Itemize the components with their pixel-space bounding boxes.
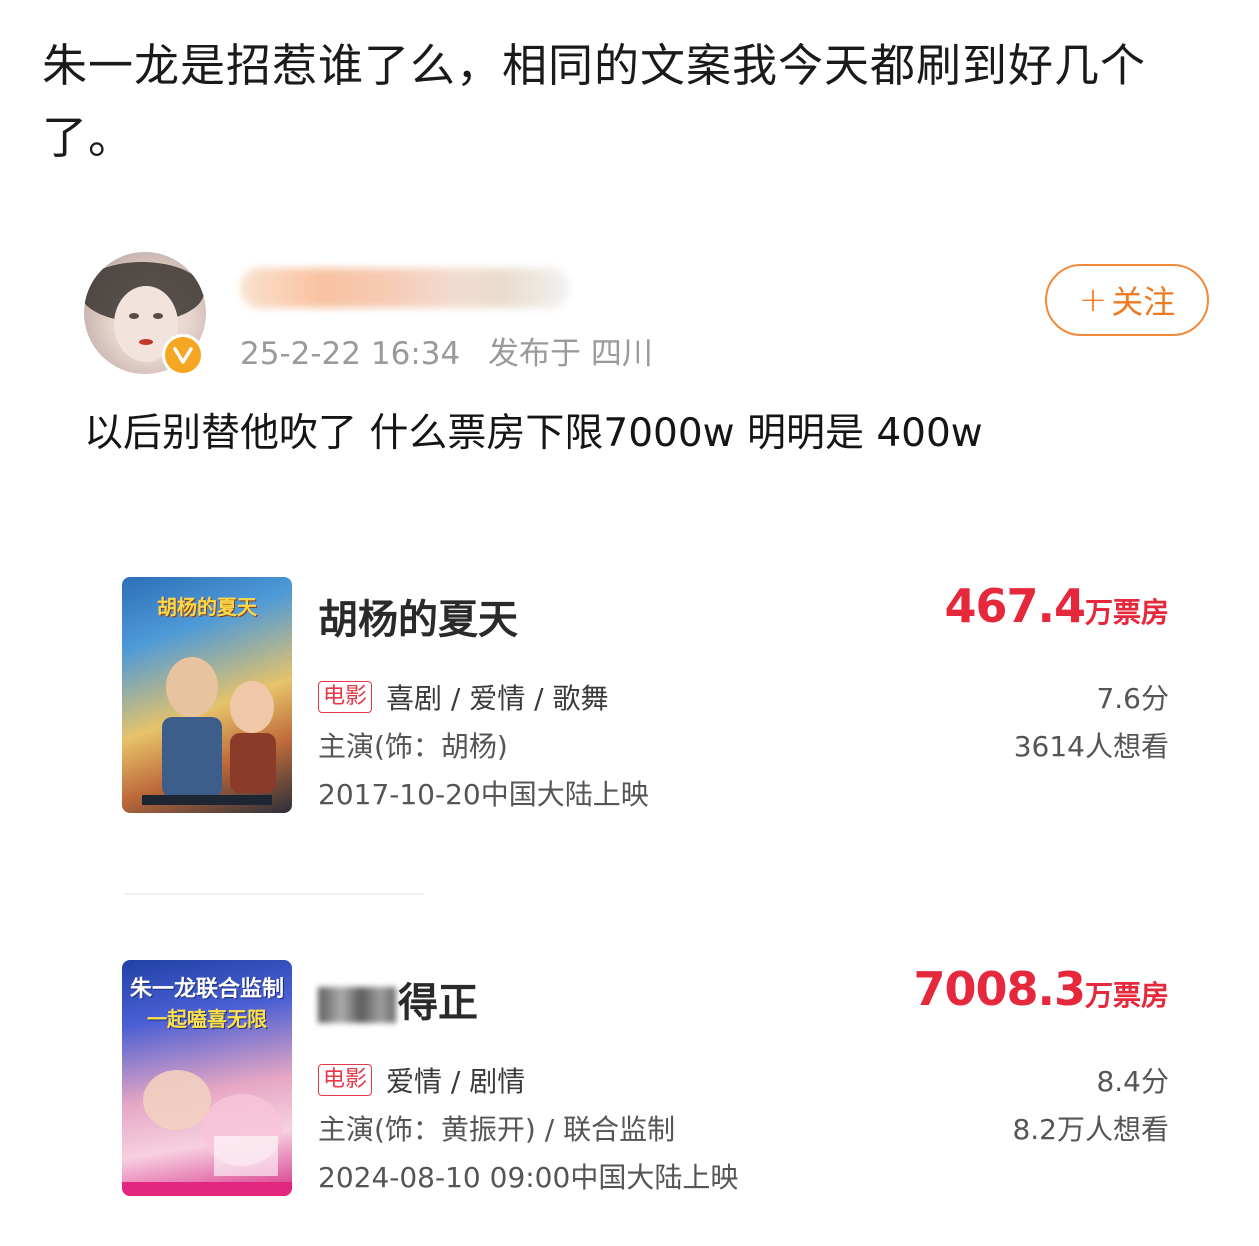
movie-title[interactable]: 胡杨的夏天: [318, 587, 518, 645]
box-office: 467.4万票房: [944, 579, 1169, 633]
post-time: 25-2-22 16:34: [240, 336, 461, 372]
movie-cast: 主演(饰：胡杨): [318, 730, 508, 763]
post-location: 发布于 四川: [488, 336, 653, 372]
box-office-unit: 万票房: [1084, 596, 1169, 629]
box-office-unit: 万票房: [1084, 979, 1169, 1012]
movie-release: 2024-08-10 09:00中国大陆上映: [318, 1161, 739, 1194]
box-office: 7008.3万票房: [913, 962, 1169, 1016]
movie-score: 7.6分: [1096, 682, 1169, 715]
plus-icon: +: [1078, 280, 1108, 320]
genre-row: 电影 爱情 / 剧情: [318, 1060, 525, 1100]
follow-button[interactable]: + 关注: [1045, 264, 1209, 336]
genre-row: 电影 喜剧 / 爱情 / 歌舞: [318, 677, 609, 717]
title-obscured: [318, 987, 396, 1023]
poster-art: [142, 657, 276, 805]
poster-art: [122, 1070, 292, 1196]
movie-poster[interactable]: 朱一龙联合监制 一起嗑喜无限: [122, 960, 292, 1196]
movie-title-visible: 得正: [398, 980, 478, 1026]
movie-card[interactable]: 朱一龙联合监制 一起嗑喜无限 得正 7008.3万票房 电影 爱情 / 剧情 8…: [0, 960, 1259, 1200]
box-office-value: 7008.3: [913, 962, 1086, 1016]
follow-label: 关注: [1111, 283, 1176, 321]
movie-score: 8.4分: [1096, 1065, 1169, 1098]
verified-badge-icon: [162, 334, 204, 376]
post-headline: 朱一龙是招惹谁了么，相同的文案我今天都刷到好几个了。: [42, 39, 1147, 164]
movie-title[interactable]: 得正: [318, 970, 478, 1028]
movie-cast: 主演(饰：黄振开) / 联合监制: [318, 1113, 676, 1146]
movie-type-tag: 电影: [318, 1064, 373, 1096]
movie-card[interactable]: 胡杨的夏天 胡杨的夏天 467.4万票房 电影 喜剧 / 爱情 / 歌舞 7.6…: [0, 577, 1259, 817]
movie-type-tag: 电影: [318, 681, 373, 713]
movie-release: 2017-10-20中国大陆上映: [318, 778, 649, 811]
box-office-value: 467.4: [944, 579, 1086, 633]
movie-genres: 爱情 / 剧情: [386, 1065, 526, 1098]
movie-want-count: 3614人想看: [1013, 730, 1169, 763]
username-obscured[interactable]: [240, 268, 570, 308]
post-meta: 25-2-22 16:34 发布于 四川: [240, 328, 671, 373]
post-text: 以后别替他吹了 什么票房下限7000w 明明是 400w: [84, 411, 983, 456]
movie-genres: 喜剧 / 爱情 / 歌舞: [386, 682, 609, 715]
movie-poster[interactable]: 胡杨的夏天: [122, 577, 292, 813]
divider: [124, 893, 424, 895]
movie-want-count: 8.2万人想看: [1012, 1113, 1169, 1146]
